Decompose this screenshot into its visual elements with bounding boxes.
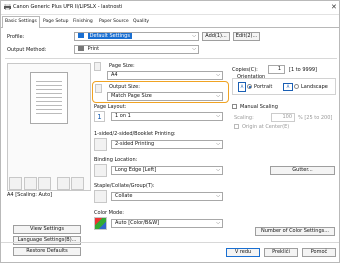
page-size-value: A4 (111, 72, 118, 78)
copies-input[interactable]: 1 (268, 65, 285, 74)
binding-icon (94, 164, 107, 177)
output-method-select[interactable]: Print ⌵ (74, 45, 199, 54)
origin-center-checkbox[interactable] (234, 124, 239, 129)
copies-range: [1 to 9999] (289, 67, 318, 73)
scaling-range: % [25 to 200] (298, 115, 333, 121)
scaling-label: Scaling: (234, 115, 254, 121)
origin-center-label: Origin at Center(E) (242, 124, 290, 130)
printer-icon (4, 3, 11, 11)
collate-icon (38, 177, 51, 190)
output-size-value: Match Page Size (111, 93, 152, 99)
portrait-radio[interactable] (247, 84, 252, 89)
output-size-label: Output Size: (109, 84, 140, 90)
cancel-button[interactable]: Prekliči (264, 248, 298, 257)
sided-printing-select[interactable]: 2-sided Printing ⌵ (111, 140, 223, 149)
page-layout-select[interactable]: 1 on 1 ⌵ (111, 112, 223, 121)
preview-page (30, 72, 68, 124)
title-bar: Canon Generic Plus UFR II/LIPSLX - lastn… (1, 1, 339, 15)
copies-label: Copies(C): (232, 67, 258, 73)
ok-button[interactable]: V redu (226, 248, 260, 257)
tab-basic-settings[interactable]: Basic Settings (2, 16, 40, 28)
profile-label: Profile: (7, 34, 25, 40)
preview-text-lines (36, 81, 62, 115)
edit-profile-button[interactable]: Edit(2)... (233, 32, 260, 41)
tab-paper-source[interactable]: Paper Source (97, 17, 131, 26)
binding-location-label: Binding Location: (94, 157, 138, 163)
footer-divider (1, 242, 339, 243)
staple-icon (71, 177, 84, 190)
chevron-down-icon: ⌵ (216, 220, 220, 226)
duplex-printing-icon (94, 138, 107, 151)
output-size-icon (95, 84, 102, 93)
chevron-down-icon: ⌵ (216, 167, 220, 173)
language-settings-button[interactable]: Language Settings(B)... (13, 236, 81, 245)
page-size-select[interactable]: A4 ⌵ (107, 71, 223, 80)
color-mode-icon (94, 217, 107, 230)
page-layout-icon: 1 (94, 111, 105, 122)
chevron-down-icon: ⌵ (216, 193, 220, 199)
close-icon[interactable]: ✕ (331, 3, 337, 11)
scaling-input[interactable]: 100 (271, 113, 295, 122)
scaling-value: 100 (282, 114, 292, 120)
page-layout-label: Page Layout: (94, 104, 127, 110)
binding-location-value: Long Edge [Left] (115, 167, 157, 173)
chevron-down-icon: ⌵ (216, 141, 220, 147)
chevron-down-icon: ⌵ (192, 33, 196, 39)
finishing-icon (9, 177, 22, 190)
tab-finishing[interactable]: Finishing (71, 17, 95, 26)
output-size-select[interactable]: Match Page Size ⌵ (107, 92, 223, 101)
printer-properties-window: Canon Generic Plus UFR II/LIPSLX - lastn… (0, 0, 340, 263)
chevron-down-icon: ⌵ (216, 72, 220, 78)
page-preview (7, 63, 91, 191)
profile-icon (78, 33, 84, 38)
preview-caption: A4 [Scaling: Auto] (7, 192, 53, 198)
tab-strip: Basic Settings Page Setup Finishing Pape… (1, 15, 339, 28)
divider (5, 58, 337, 59)
duplex-icon (24, 177, 37, 190)
print-icon (78, 46, 84, 51)
portrait-icon: A (238, 82, 246, 92)
sided-printing-label: 1-sided/2-sided/Booklet Printing: (94, 131, 176, 137)
page-layout-value: 1 on 1 (115, 113, 131, 119)
manual-scaling-checkbox[interactable] (232, 104, 237, 109)
restore-defaults-button[interactable]: Restore Defaults (13, 247, 81, 256)
chevron-down-icon: ⌵ (216, 113, 220, 119)
staple-collate-select[interactable]: Collate ⌵ (111, 192, 223, 201)
tab-quality[interactable]: Quality (131, 17, 151, 26)
tab-page-setup[interactable]: Page Setup (41, 17, 70, 26)
landscape-radio[interactable] (294, 84, 299, 89)
profile-select[interactable]: Default Settings ⌵ (74, 32, 199, 41)
copies-value: 1 (277, 66, 281, 72)
landscape-label: Landscape (301, 84, 328, 90)
number-of-color-settings-button[interactable]: Number of Color Settings... (255, 227, 335, 236)
staple-collate-value: Collate (115, 193, 133, 199)
output-method-value: Print (87, 46, 100, 52)
window-title: Canon Generic Plus UFR II/LIPSLX - lastn… (13, 4, 123, 10)
landscape-icon: A (283, 83, 293, 91)
chevron-down-icon: ⌵ (192, 46, 196, 52)
gutter-button[interactable]: Gutter... (270, 166, 335, 175)
manual-scaling-label: Manual Scaling (240, 104, 278, 110)
color-mode-label: Color Mode: (94, 210, 124, 216)
page-size-icon (94, 62, 101, 71)
page-size-label: Page Size: (109, 63, 135, 69)
view-settings-button[interactable]: View Settings (13, 225, 81, 234)
profile-value: Default Settings (87, 33, 132, 39)
sided-printing-value: 2-sided Printing (115, 141, 155, 147)
color-mode-select[interactable]: Auto [Color/B&W] ⌵ (111, 219, 223, 228)
output-method-label: Output Method: (7, 47, 47, 53)
portrait-label: Portrait (254, 84, 273, 90)
add-profile-button[interactable]: Add(1)... (202, 32, 230, 41)
color-mode-value: Auto [Color/B&W] (115, 220, 160, 226)
staple-collate-label: Staple/Collate/Group(T): (94, 183, 155, 189)
binding-location-select[interactable]: Long Edge [Left] ⌵ (111, 166, 223, 175)
collate-setting-icon (94, 190, 107, 203)
chevron-down-icon: ⌵ (216, 93, 220, 99)
help-button[interactable]: Pomoč (302, 248, 336, 257)
booklet-icon (57, 177, 70, 190)
